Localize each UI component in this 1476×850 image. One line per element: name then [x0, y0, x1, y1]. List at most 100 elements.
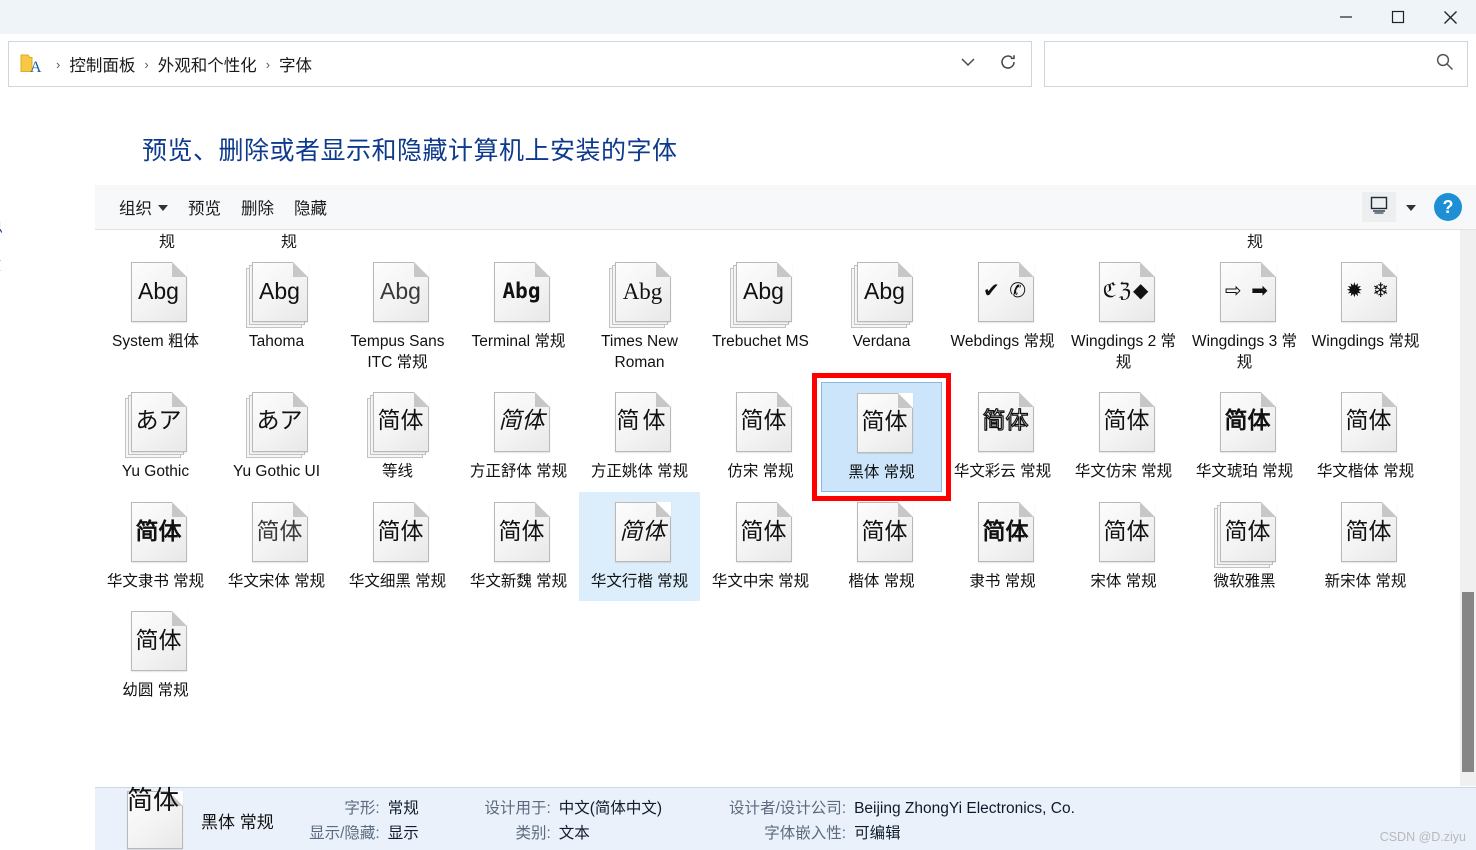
- font-file-icon: 简体: [123, 607, 189, 675]
- sidebar-item-0[interactable]: 息: [0, 216, 3, 237]
- details-column-2: 设计用于: 中文(简体中文) 类别: 文本: [473, 796, 662, 843]
- font-tile-label: 楷体 常规: [848, 573, 915, 591]
- details-field: 字体嵌入性: 可编辑: [716, 821, 1075, 843]
- font-tile-label: Times New Roman: [601, 333, 678, 371]
- details-field: 字形: 常规: [302, 796, 418, 818]
- vertical-scrollbar[interactable]: [1460, 230, 1476, 786]
- breadcrumb-item-2[interactable]: 字体: [275, 50, 316, 78]
- font-tile[interactable]: 简体 华文细黑 常规: [337, 492, 458, 601]
- font-preview-glyph: ✹ ❄: [1345, 280, 1392, 302]
- font-file-icon: 简体: [1333, 388, 1399, 456]
- font-tile[interactable]: 简体 华文仿宋 常规: [1063, 382, 1184, 493]
- toolbar-preview-button[interactable]: 预览: [178, 189, 231, 225]
- help-icon: ?: [1442, 196, 1454, 217]
- font-tile[interactable]: ✹ ❄ Wingdings 常规: [1305, 252, 1426, 382]
- font-tile[interactable]: 简体 华文彩云 常规: [942, 382, 1063, 493]
- font-tile-label: 华文仿宋 常规: [1074, 462, 1173, 480]
- search-box[interactable]: [1044, 41, 1468, 87]
- font-file-icon: 简体: [607, 498, 673, 566]
- font-file-icon: 简体: [1212, 498, 1278, 569]
- font-tile-label: 等线: [381, 462, 413, 480]
- font-tile[interactable]: 简体 方正姚体 常规: [579, 382, 700, 493]
- font-preview-glyph: Abg: [622, 278, 663, 304]
- font-tile[interactable]: ✔ ✆ Webdings 常规: [942, 252, 1063, 382]
- font-tile[interactable]: 简体 宋体 常规: [1063, 492, 1184, 601]
- font-tile[interactable]: 简体 新宋体 常规: [1305, 492, 1426, 601]
- font-preview-glyph: Abg: [502, 278, 541, 303]
- toolbar-hide-button[interactable]: 隐藏: [284, 189, 337, 225]
- font-file-icon: 简体: [1212, 388, 1278, 456]
- font-tile-label: 华文隶书 常规: [106, 573, 205, 591]
- address-history-button[interactable]: [955, 51, 981, 77]
- details-key: 设计用于:: [484, 799, 551, 817]
- font-tile-label: 方正姚体 常规: [590, 462, 689, 480]
- breadcrumb-item-0[interactable]: 控制面板: [65, 50, 139, 78]
- font-tile[interactable]: 简体 华文新魏 常规: [458, 492, 579, 601]
- font-preview-glyph: Abg: [864, 277, 905, 304]
- font-file-icon: ⇨ ➡: [1212, 258, 1278, 326]
- scrollbar-thumb[interactable]: [1462, 592, 1474, 772]
- font-tile[interactable]: Abg Tahoma: [216, 252, 337, 382]
- details-key: 字形:: [344, 799, 380, 817]
- font-preview-glyph: 简体: [1224, 407, 1271, 434]
- font-tile[interactable]: 简体 华文楷体 常规: [1305, 382, 1426, 493]
- font-file-icon: ✔ ✆: [970, 258, 1036, 326]
- search-icon: [1435, 52, 1455, 77]
- font-tile[interactable]: Abg Tempus Sans ITC 常规: [337, 252, 458, 382]
- font-file-icon: 简体: [728, 498, 794, 566]
- clipped-label-1: 规: [281, 234, 298, 251]
- font-tile-label: Trebuchet MS: [712, 333, 809, 350]
- font-preview-glyph: 简体: [1345, 408, 1392, 434]
- font-file-icon: Abg: [365, 258, 431, 326]
- details-icon-glyph: 简体: [127, 785, 180, 815]
- font-tile[interactable]: 简体 华文琥珀 常规: [1184, 382, 1305, 493]
- minimize-button[interactable]: [1320, 0, 1372, 34]
- font-tile[interactable]: 简体 华文宋体 常规: [216, 492, 337, 601]
- font-tile[interactable]: 简体 幼圆 常规: [95, 601, 216, 710]
- breadcrumb-item-1[interactable]: 外观和个性化: [154, 50, 261, 78]
- font-tile[interactable]: 简体 仿宋 常规: [700, 382, 821, 493]
- font-file-icon: Abg: [849, 258, 915, 328]
- font-tile[interactable]: Abg Terminal 常规: [458, 252, 579, 382]
- details-key: 字体嵌入性:: [764, 824, 847, 842]
- font-preview-glyph: ✔ ✆: [982, 280, 1029, 302]
- font-tile[interactable]: ℭℨ◆ Wingdings 2 常规: [1063, 252, 1184, 382]
- font-preview-glyph: 简体: [377, 517, 424, 544]
- font-tile[interactable]: Abg Verdana: [821, 252, 942, 382]
- font-tile[interactable]: 简体 华文中宋 常规: [700, 492, 821, 601]
- font-tile[interactable]: 简体 黑体 常规: [821, 381, 942, 493]
- refresh-button[interactable]: [995, 51, 1021, 77]
- font-tile[interactable]: 简体 华文行楷 常规: [579, 492, 700, 602]
- font-file-icon: あア: [123, 388, 189, 458]
- address-bar[interactable]: A › 控制面板 › 外观和个性化 › 字体: [8, 41, 1032, 87]
- help-button[interactable]: ?: [1434, 193, 1462, 221]
- font-tile[interactable]: 简体 华文隶书 常规: [95, 492, 216, 601]
- font-tile[interactable]: 简体 隶书 常规: [942, 492, 1063, 601]
- font-tile[interactable]: 简体 等线: [337, 382, 458, 493]
- view-layout-button[interactable]: [1362, 192, 1396, 222]
- font-preview-glyph: Abg: [138, 277, 179, 304]
- sidebar-item-1[interactable]: 文: [0, 254, 1, 275]
- font-tile[interactable]: Abg Times New Roman: [579, 252, 700, 382]
- details-value: Beijing ZhongYi Electronics, Co.: [854, 799, 1075, 817]
- maximize-button[interactable]: [1372, 0, 1424, 34]
- font-tile[interactable]: あア Yu Gothic UI: [216, 382, 337, 493]
- details-key: 显示/隐藏:: [309, 824, 380, 842]
- font-tile[interactable]: ⇨ ➡ Wingdings 3 常规: [1184, 252, 1305, 382]
- font-tile[interactable]: 简体 楷体 常规: [821, 492, 942, 601]
- font-tile-label: 华文细黑 常规: [348, 573, 447, 591]
- font-tile[interactable]: Abg Trebuchet MS: [700, 252, 821, 382]
- close-button[interactable]: [1424, 0, 1476, 34]
- toolbar-organize-button[interactable]: 组织: [109, 189, 178, 225]
- font-tile[interactable]: 简体 方正舒体 常规: [458, 382, 579, 493]
- font-preview-glyph: 简体: [740, 408, 787, 434]
- font-file-icon: Abg: [728, 258, 794, 328]
- details-column-3: 设计者/设计公司: Beijing ZhongYi Electronics, C…: [716, 796, 1075, 843]
- toolbar-delete-button[interactable]: 删除: [231, 189, 284, 225]
- font-tile[interactable]: 简体 微软雅黑: [1184, 492, 1305, 601]
- view-options-button[interactable]: [1400, 192, 1422, 222]
- details-key: 类别:: [515, 824, 551, 842]
- font-tile[interactable]: あア Yu Gothic: [95, 382, 216, 493]
- search-input[interactable]: [1057, 55, 1435, 73]
- font-tile[interactable]: Abg System 粗体: [95, 252, 216, 382]
